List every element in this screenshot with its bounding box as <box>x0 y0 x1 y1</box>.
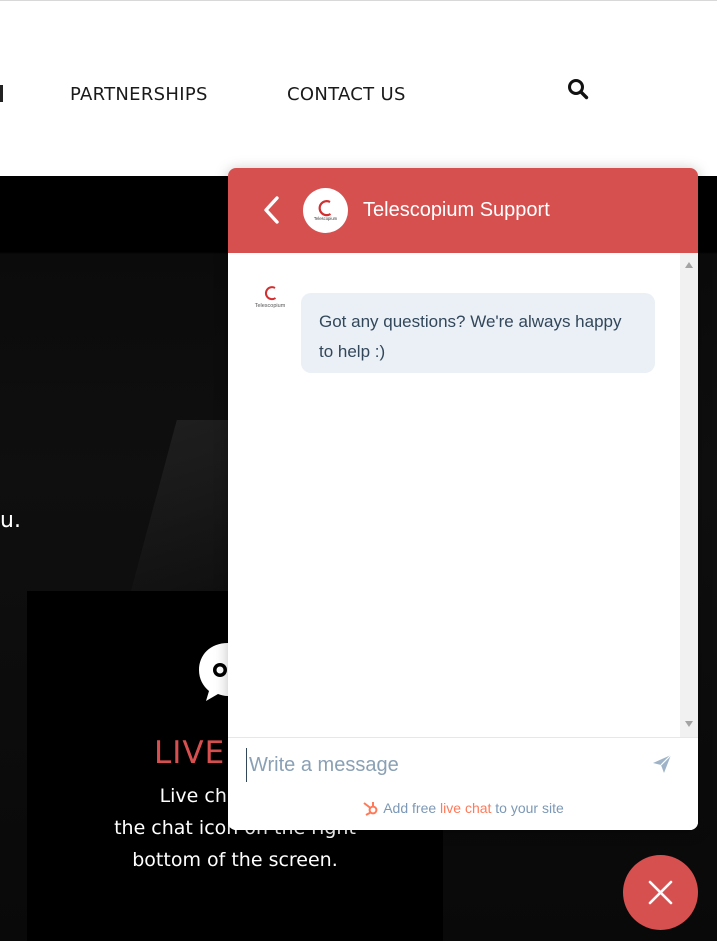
close-chat-button[interactable] <box>623 855 698 930</box>
site-header: PARTNERSHIPS CONTACT US <box>0 6 717 176</box>
nav-item-contact-us[interactable]: CONTACT US <box>287 84 406 105</box>
hubspot-icon <box>363 802 378 816</box>
send-icon[interactable] <box>651 753 673 775</box>
powered-suffix: to your site <box>491 800 564 816</box>
chat-widget: Telescopium Telescopium Support Telescop… <box>228 168 698 830</box>
message-list: Telescopium Got any questions? We're alw… <box>228 253 698 737</box>
telescopium-logo-icon: Telescopium <box>314 200 338 221</box>
svg-text:Telescopium: Telescopium <box>255 303 286 309</box>
search-icon[interactable] <box>566 77 590 101</box>
support-avatar: Telescopium <box>303 188 348 233</box>
svg-text:Telescopium: Telescopium <box>314 216 338 221</box>
nav-item-partnerships[interactable]: PARTNERSHIPS <box>70 84 208 105</box>
message-composer: Add free live chat to your site <box>228 737 698 830</box>
card-title: LIVE <box>154 735 226 771</box>
chat-title: Telescopium Support <box>363 199 550 221</box>
bot-avatar-icon: Telescopium <box>255 286 286 309</box>
message-scrollbar[interactable] <box>680 253 698 737</box>
live-chat-link[interactable]: live chat <box>440 800 491 816</box>
powered-by: Add free live chat to your site <box>228 800 698 816</box>
scroll-up-arrow-icon[interactable] <box>685 262 693 268</box>
chat-header: Telescopium Telescopium Support <box>228 168 698 253</box>
scroll-down-arrow-icon[interactable] <box>685 721 693 727</box>
nav-item-fragment <box>0 85 3 102</box>
card-line: bottom of the screen. <box>132 849 338 871</box>
hero-text-fragment: u. <box>0 508 21 533</box>
close-icon <box>648 880 673 905</box>
powered-prefix: Add free <box>383 800 441 816</box>
message-bubble: Got any questions? We're always happy to… <box>301 293 655 373</box>
back-arrow-icon[interactable] <box>260 193 284 227</box>
message-input[interactable] <box>246 748 631 782</box>
